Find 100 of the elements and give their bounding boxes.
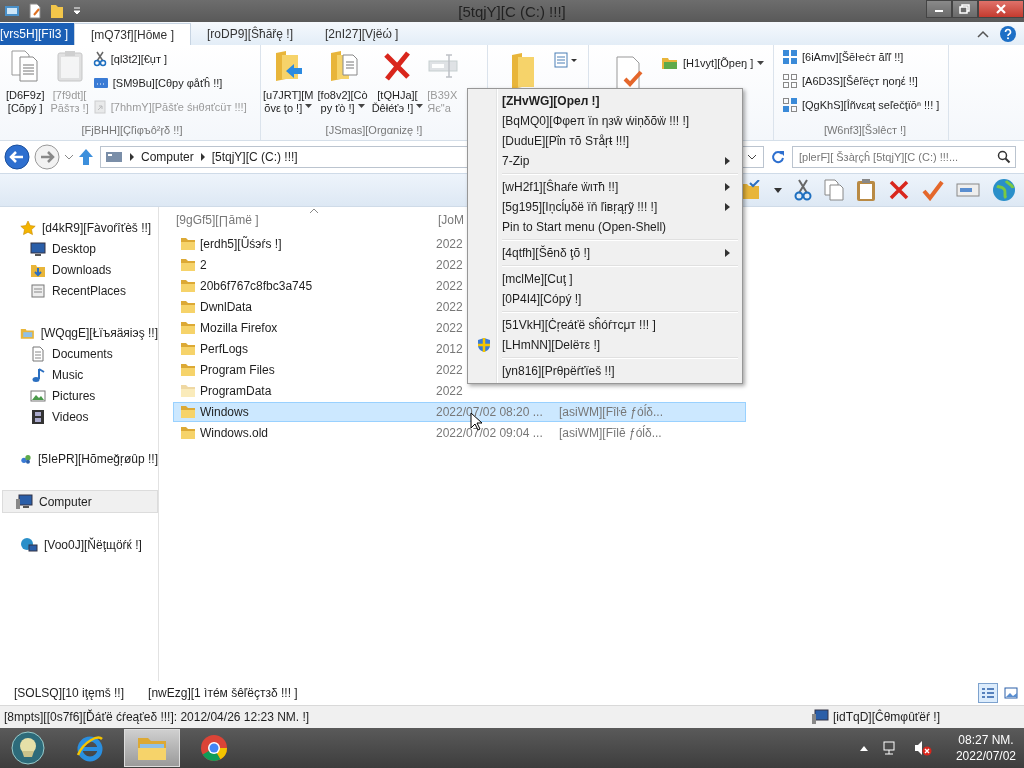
minimize-button[interactable] bbox=[926, 0, 952, 18]
sidebar-item[interactable]: Music bbox=[0, 364, 158, 385]
ribbon-tab[interactable]: [vrs5H][Fīl3 ] bbox=[0, 23, 74, 45]
sidebar-item[interactable]: Downloads bbox=[0, 259, 158, 280]
sidebar-item[interactable]: [d4kR9][Fàvoŕîťèš !!] bbox=[0, 217, 158, 238]
collapse-ribbon-icon[interactable] bbox=[976, 28, 990, 39]
sidebar-item[interactable]: Pictures bbox=[0, 385, 158, 406]
globe-icon[interactable] bbox=[992, 178, 1016, 202]
sidebar-item[interactable]: Desktop bbox=[0, 238, 158, 259]
star-icon bbox=[20, 219, 36, 236]
grid-icon bbox=[782, 97, 798, 113]
sidebar-item[interactable]: [Voo0J][Ňëţщöŕќ !] bbox=[0, 534, 158, 555]
checkmark-icon[interactable] bbox=[922, 179, 944, 201]
start-orb-icon bbox=[11, 731, 45, 765]
ribbon-tab[interactable]: [roDP9][Ŝħāřę !] bbox=[190, 23, 309, 45]
breadcrumb[interactable]: Computer bbox=[141, 150, 194, 164]
chevron-icon[interactable] bbox=[129, 153, 135, 161]
menu-item[interactable]: [BqMQ0][Φφeπ ïn ηзŵ ẃiṇδõẅ !!! !] bbox=[470, 111, 740, 131]
file-row[interactable]: Windows.old 2022/07/02 09:04 ... [asiWM][Fīlĕ ƒóĺδ... bbox=[173, 423, 746, 443]
restore-button[interactable] bbox=[952, 0, 978, 18]
copy-to-button[interactable]: [fo8v2][Cò py ťò !] bbox=[315, 49, 370, 124]
column-header[interactable]: [9gGf5][∏āmë ] bbox=[173, 213, 438, 227]
submenu-arrow-icon bbox=[725, 183, 730, 191]
menu-item[interactable]: [5g195][Iņcĺџδë ïň ľiвŗąŗỹ !!! !] bbox=[470, 197, 740, 217]
sidebar-item[interactable]: Videos bbox=[0, 406, 158, 427]
menu-item[interactable]: [LHmNN][Delëтε !] bbox=[470, 335, 740, 355]
copy-button[interactable]: [D6F9z] [Cõpý ] bbox=[4, 49, 47, 124]
recent-locations-icon[interactable] bbox=[64, 153, 74, 161]
open-button[interactable]: [H1vyt][Õpeŋ ] bbox=[661, 53, 765, 73]
image-icon bbox=[1004, 687, 1018, 699]
menu-item[interactable]: [51VkH][Ċŗeáťë sĥóŕтcμт !!! ] bbox=[470, 315, 740, 335]
film-icon bbox=[30, 408, 46, 425]
sidebar-item[interactable]: [5IePR][Hõmeğŗøûp !!] bbox=[0, 448, 158, 469]
document-icon[interactable] bbox=[28, 3, 42, 19]
file-name: 2 bbox=[200, 258, 208, 272]
menu-item[interactable]: [mclMe][Cuţ ] bbox=[470, 269, 740, 289]
shield-icon bbox=[477, 337, 491, 353]
file-row[interactable]: ProgramData 2022 bbox=[173, 381, 746, 401]
show-hidden-icons-icon[interactable] bbox=[859, 745, 868, 751]
refresh-icon bbox=[771, 150, 785, 164]
up-arrow-icon[interactable] bbox=[78, 148, 94, 166]
sidebar-item[interactable]: RecentPlaces bbox=[0, 280, 158, 301]
close-icon bbox=[995, 4, 1007, 14]
menu-item[interactable]: Pin to Start menu (Open-Shell) bbox=[470, 217, 740, 237]
document-icon bbox=[30, 345, 46, 362]
folder-icon bbox=[661, 56, 679, 70]
dropdown-icon[interactable] bbox=[747, 153, 757, 161]
ribbon-tab[interactable]: [mQ73f][Hōмe ] bbox=[74, 23, 191, 45]
sidebar-item[interactable]: Documents bbox=[0, 343, 158, 364]
new-item-icon[interactable] bbox=[554, 51, 578, 69]
copy-path-button[interactable]: [SM9Bu][Cθpy φåťĥ !!] bbox=[92, 73, 247, 93]
network-icon bbox=[20, 536, 38, 553]
sidebar-item[interactable]: [WQqgE][Łïъяäяiэş !!] bbox=[0, 322, 158, 343]
caret-icon bbox=[757, 61, 765, 65]
menu-item[interactable]: 7-Zip bbox=[470, 151, 740, 171]
ribbon-tab[interactable]: [2nI27][Vįëώ ] bbox=[309, 23, 415, 45]
search-field[interactable]: [plerF][ Šзàŗçĥ [5tqjY][C (C:) !!!... bbox=[792, 146, 1016, 168]
cut-icon[interactable] bbox=[794, 179, 812, 201]
submenu-arrow-icon bbox=[725, 249, 730, 257]
drive-icon bbox=[105, 150, 123, 164]
file-date: 2022 bbox=[436, 321, 463, 335]
browser-icon bbox=[75, 733, 105, 763]
clock[interactable]: 08:27 NM. 2022/07/02 bbox=[955, 732, 1016, 764]
column-header[interactable]: [JoM bbox=[438, 213, 464, 227]
paste-icon[interactable] bbox=[856, 178, 876, 202]
forward-button[interactable] bbox=[34, 144, 60, 170]
move-to-button[interactable]: [u7JRT][M õvε ţo !] bbox=[261, 49, 316, 124]
folder-icon[interactable] bbox=[50, 3, 64, 19]
file-date: 2022 bbox=[436, 300, 463, 314]
delete-icon[interactable] bbox=[888, 179, 910, 201]
file-name: ProgramData bbox=[200, 384, 273, 398]
file-type: [asiWM][Fîŀĕ ƒóĺδ... bbox=[559, 405, 665, 419]
file-date: 2022 bbox=[436, 258, 463, 272]
cut-button[interactable]: [ql3t2][€ụт ] bbox=[92, 49, 247, 69]
menu-item[interactable]: [yn816][Prθpëŕťïeš !!] bbox=[470, 361, 740, 381]
dropdown-icon[interactable] bbox=[774, 187, 782, 193]
menu-item[interactable]: [0P4I4][Cóрý !] bbox=[470, 289, 740, 309]
delete-button[interactable]: [tQHJa][ Ďêłéťэ !] bbox=[369, 49, 426, 124]
menu-item[interactable]: [ZHvWG][Oрел !] bbox=[470, 91, 740, 111]
breadcrumb[interactable]: [5tqjY][C (C:) !!!] bbox=[211, 150, 298, 164]
menu-item[interactable]: [wH2f1][Ŝhaŕe ẅιтħ !!] bbox=[470, 177, 740, 197]
search-icon[interactable] bbox=[997, 150, 1011, 164]
chevron-icon[interactable] bbox=[199, 153, 206, 161]
rename-icon[interactable] bbox=[956, 181, 980, 199]
menu-item[interactable]: [4qtfh][Šĕnδ ţõ !] bbox=[470, 243, 740, 263]
select-option[interactable]: [A6D3S][Šêľëçт ηoŋέ !!] bbox=[782, 71, 948, 91]
details-view-button[interactable] bbox=[978, 683, 998, 703]
close-button[interactable] bbox=[978, 0, 1024, 18]
back-button[interactable] bbox=[4, 144, 30, 170]
computer-icon bbox=[811, 709, 829, 725]
muted-speaker-icon[interactable] bbox=[913, 740, 932, 756]
item-count: [SOLSQ][10 iţęmš !!] bbox=[14, 686, 125, 700]
select-option[interactable]: [QgKhS][Îñvεяţ seľečţïōⁿ !!! ] bbox=[782, 95, 948, 115]
file-row[interactable]: Windows 2022/07/02 08:20 ... [asiWM][Fîŀĕ ƒóĺδ... bbox=[173, 402, 746, 422]
group-label: [W6nf3][Šэlêcт !] bbox=[822, 124, 908, 138]
sidebar-item[interactable]: Computer bbox=[2, 490, 158, 513]
help-icon[interactable] bbox=[1000, 25, 1016, 42]
file-name: Mozilla Firefox bbox=[200, 321, 279, 335]
select-option[interactable]: [6iAmv][Šēŀeċт ăľľ !!] bbox=[782, 47, 948, 67]
image-icon bbox=[30, 387, 46, 404]
